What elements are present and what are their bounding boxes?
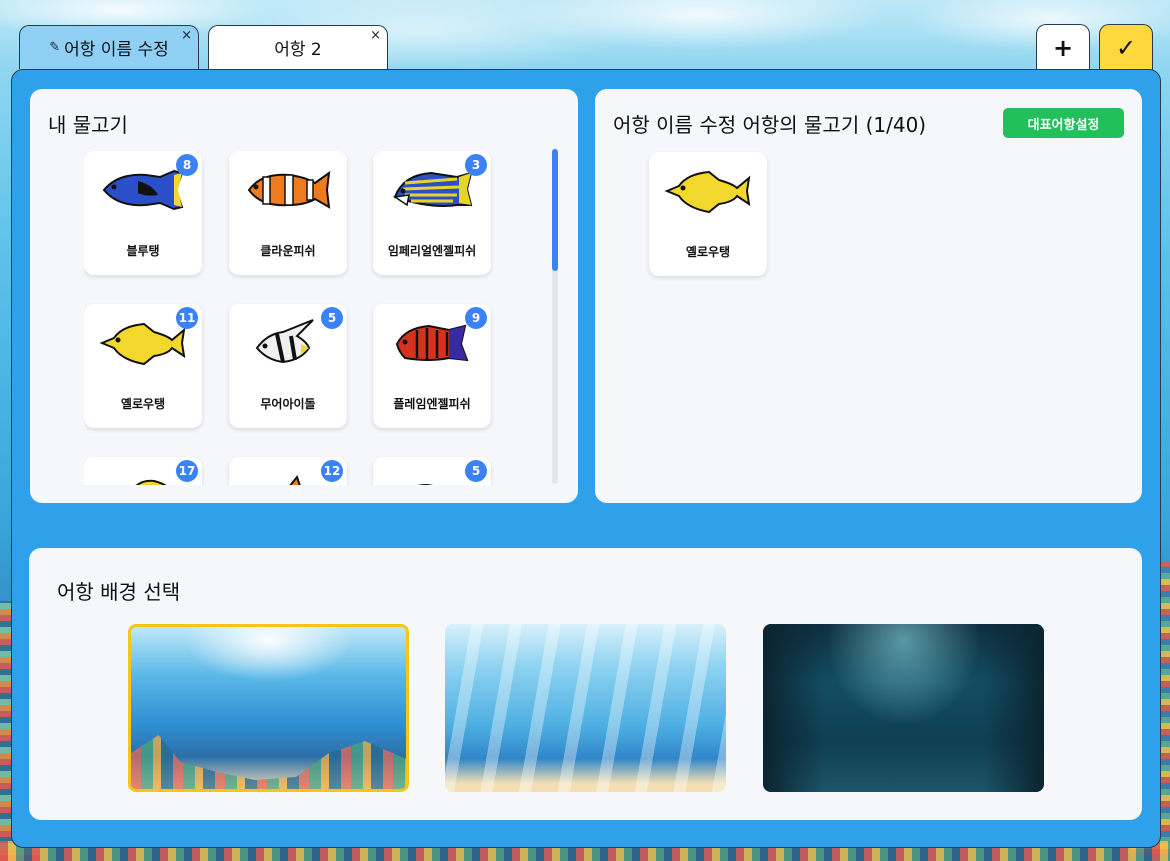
- pencil-icon: ✎: [49, 40, 61, 55]
- my-fish-title: 내 물고기: [48, 113, 128, 137]
- count-badge: 17: [176, 460, 198, 482]
- fish-icon: [417, 483, 434, 485]
- scrollbar-thumb[interactable]: [552, 149, 558, 271]
- fish-name: 임페리얼엔젤피쉬: [387, 244, 477, 258]
- tank-fish-title: 어항 이름 수정 어항의 물고기 (1/40): [613, 113, 927, 137]
- background-option-1[interactable]: [128, 624, 409, 792]
- fish-name: 블루탱: [126, 244, 160, 258]
- tank-fish-card-yellowtang[interactable]: 옐로우탱: [649, 152, 767, 276]
- confirm-button[interactable]: ✓: [1099, 24, 1153, 70]
- count-badge: 5: [465, 460, 487, 482]
- tank-fish-panel: 어항 이름 수정 어항의 물고기 (1/40) 대표어항설정 옐로우탱: [595, 89, 1142, 503]
- count-badge: 12: [321, 460, 343, 482]
- fish-icon: [664, 170, 751, 214]
- add-tab-button[interactable]: +: [1036, 24, 1090, 70]
- fish-icon: [289, 474, 301, 485]
- background-select-title: 어항 배경 선택: [57, 580, 181, 604]
- fish-name: 플레임엔젤피쉬: [393, 397, 471, 411]
- fish-card-clownfish[interactable]: 클라운피쉬: [229, 151, 347, 275]
- close-icon[interactable]: ×: [370, 28, 381, 43]
- tab-aquarium-2[interactable]: 어항 2 ×: [208, 25, 388, 69]
- count-badge: 9: [465, 307, 487, 329]
- fish-name: 옐로우탱: [120, 397, 166, 411]
- count-badge: 8: [176, 154, 198, 176]
- fish-card[interactable]: 12: [229, 457, 347, 485]
- fish-card-yellowtang[interactable]: 11 옐로우탱: [84, 304, 202, 428]
- count-badge: 11: [176, 307, 198, 329]
- fish-card[interactable]: 5: [373, 457, 491, 485]
- fish-icon: [102, 169, 184, 211]
- my-fish-panel: 내 물고기 8 블루탱 클라운피쉬 3 임페리얼엔젤피쉬 11 옐로우탱 5 무…: [30, 89, 578, 503]
- tab-label: 어항 이름 수정: [64, 40, 169, 60]
- close-icon[interactable]: ×: [181, 28, 192, 43]
- fish-name: 무어아이돌: [260, 397, 316, 411]
- plus-icon: +: [1052, 33, 1074, 62]
- fish-card-imperial-angelfish[interactable]: 3 임페리얼엔젤피쉬: [373, 151, 491, 275]
- fish-name: 클라운피쉬: [260, 244, 316, 258]
- fish-card-flame-angelfish[interactable]: 9 플레임엔젤피쉬: [373, 304, 491, 428]
- count-badge: 5: [321, 307, 343, 329]
- fish-icon: [247, 170, 331, 209]
- fish-card[interactable]: 17: [84, 457, 202, 485]
- fish-icon: [99, 322, 186, 366]
- set-representative-button[interactable]: 대표어항설정: [1003, 108, 1124, 138]
- background-option-3[interactable]: [763, 624, 1044, 792]
- fish-icon: [392, 171, 473, 207]
- count-badge: 3: [465, 154, 487, 176]
- fish-card-bluetang[interactable]: 8 블루탱: [84, 151, 202, 275]
- fish-icon: [255, 319, 314, 364]
- check-icon: ✓: [1115, 33, 1137, 62]
- background-option-2[interactable]: [445, 624, 726, 792]
- tab-label: 어항 2: [274, 40, 322, 60]
- background-select-panel: 어항 배경 선택: [29, 548, 1142, 820]
- fish-icon: [395, 324, 469, 362]
- fish-card-moorish-idol[interactable]: 5 무어아이돌: [229, 304, 347, 428]
- fish-icon: [135, 479, 167, 485]
- fish-name: 옐로우탱: [685, 245, 731, 259]
- fish-grid[interactable]: 8 블루탱 클라운피쉬 3 임페리얼엔젤피쉬 11 옐로우탱 5 무어아이돌 9…: [84, 151, 554, 485]
- tab-aquarium-1[interactable]: ✎ 어항 이름 수정 ×: [19, 25, 199, 69]
